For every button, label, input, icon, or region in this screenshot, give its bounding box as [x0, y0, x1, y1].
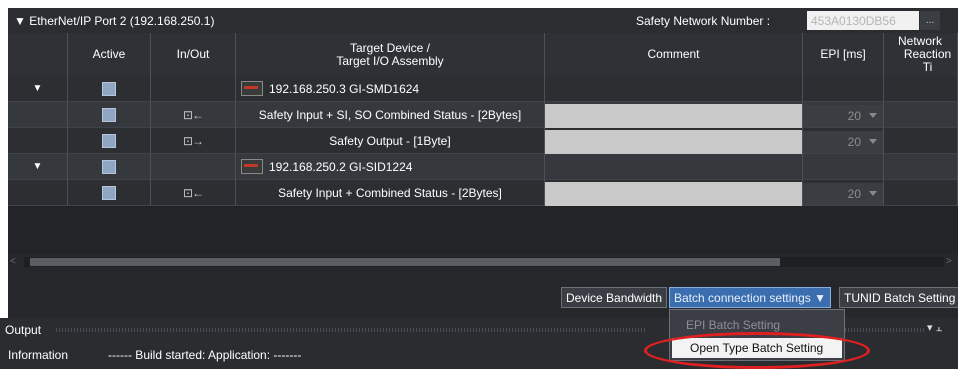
info-label: Information	[8, 348, 69, 362]
column-network-line2: Reaction Ti	[903, 47, 952, 74]
collapse-toggle-icon[interactable]: ▼	[33, 161, 43, 172]
epi-select[interactable]: 20	[803, 104, 883, 127]
safety-network-number-field[interactable]: 453A0130DB56	[807, 11, 919, 30]
target-device: 192.168.250.3 GI-SMD1624	[269, 81, 420, 96]
comment-field[interactable]	[545, 103, 802, 128]
pin-icon[interactable]: ▾ ⫠	[927, 321, 942, 335]
target-assembly: Safety Input + Combined Status - [2Bytes…	[278, 185, 502, 200]
table-row[interactable]: ▼ 192.168.250.3 GI-SMD1624	[8, 76, 958, 102]
device-icon	[241, 159, 263, 174]
table-row[interactable]: ⊡← Safety Input + Combined Status - [2By…	[8, 180, 958, 206]
table-row[interactable]: ⊡← Safety Input + SI, SO Combined Status…	[8, 102, 958, 128]
safety-network-number-button[interactable]: ...	[920, 11, 940, 30]
column-active[interactable]: Active	[68, 33, 151, 76]
epi-value: 20	[847, 186, 861, 201]
output-connection-icon: ⊡→	[182, 133, 204, 148]
column-comment[interactable]: Comment	[545, 33, 803, 76]
output-title: Output	[5, 323, 42, 337]
highlight-ellipse	[644, 332, 870, 369]
active-checkbox[interactable]	[102, 185, 116, 200]
input-connection-icon: ⊡←	[182, 107, 204, 122]
target-assembly: Safety Output - [1Byte]	[329, 133, 451, 148]
port-header: ▼ EtherNet/IP Port 2 (192.168.250.1) Saf…	[8, 8, 958, 33]
panel-grip	[56, 328, 646, 332]
scroll-right-icon[interactable]: >	[946, 256, 952, 267]
target-device: 192.168.250.2 GI-SID1224	[269, 159, 413, 174]
epi-select[interactable]: 20	[803, 130, 883, 153]
device-bandwidth-button[interactable]: Device Bandwidth	[561, 287, 668, 308]
comment-field[interactable]	[545, 129, 802, 154]
column-inout[interactable]: In/Out	[151, 33, 236, 76]
safety-network-number-label: Safety Network Number :	[636, 14, 771, 28]
input-connection-icon: ⊡←	[182, 185, 204, 200]
comment-field[interactable]	[545, 181, 802, 206]
active-checkbox[interactable]	[102, 159, 116, 174]
active-checkbox[interactable]	[102, 133, 116, 148]
dropdown-arrow-icon	[869, 190, 877, 196]
dropdown-arrow-icon	[869, 112, 877, 118]
batch-connection-settings-button[interactable]: Batch connection settings ▼	[669, 287, 831, 308]
active-checkbox[interactable]	[102, 81, 116, 96]
table-row[interactable]: ⊡→ Safety Output - [1Byte] 20	[8, 128, 958, 154]
target-assembly: Safety Input + SI, SO Combined Status - …	[258, 107, 522, 122]
table-row[interactable]: ▼ 192.168.250.2 GI-SID1224	[8, 154, 958, 180]
column-target-line2: Target I/O Assembly	[336, 53, 444, 68]
column-target[interactable]: Target Device / Target I/O Assembly	[236, 33, 545, 76]
scroll-left-icon[interactable]: <	[10, 256, 16, 267]
panel-grip	[845, 328, 925, 332]
safety-connection-editor: ▼ EtherNet/IP Port 2 (192.168.250.1) Saf…	[0, 0, 958, 369]
column-epi[interactable]: EPI [ms]	[803, 33, 884, 76]
dropdown-arrow-icon	[869, 138, 877, 144]
device-icon	[241, 81, 263, 96]
collapse-toggle-icon[interactable]: ▼	[33, 83, 43, 94]
build-message: ------ Build started: Application: -----…	[108, 348, 302, 362]
column-network-reaction[interactable]: Network Reaction Ti	[884, 33, 958, 76]
active-checkbox[interactable]	[102, 107, 116, 122]
horizontal-scrollbar[interactable]: < >	[8, 254, 958, 270]
epi-value: 20	[847, 108, 861, 123]
port-title[interactable]: ▼ EtherNet/IP Port 2 (192.168.250.1)	[14, 14, 214, 28]
epi-value: 20	[847, 134, 861, 149]
tunid-batch-setting-button[interactable]: TUNID Batch Setting	[839, 287, 958, 308]
epi-select[interactable]: 20	[803, 182, 883, 205]
connection-table: Active In/Out Target Device / Target I/O…	[8, 33, 958, 255]
column-target-line1: Target Device /	[349, 40, 431, 55]
column-expander	[8, 33, 68, 76]
scroll-thumb[interactable]	[30, 258, 780, 266]
